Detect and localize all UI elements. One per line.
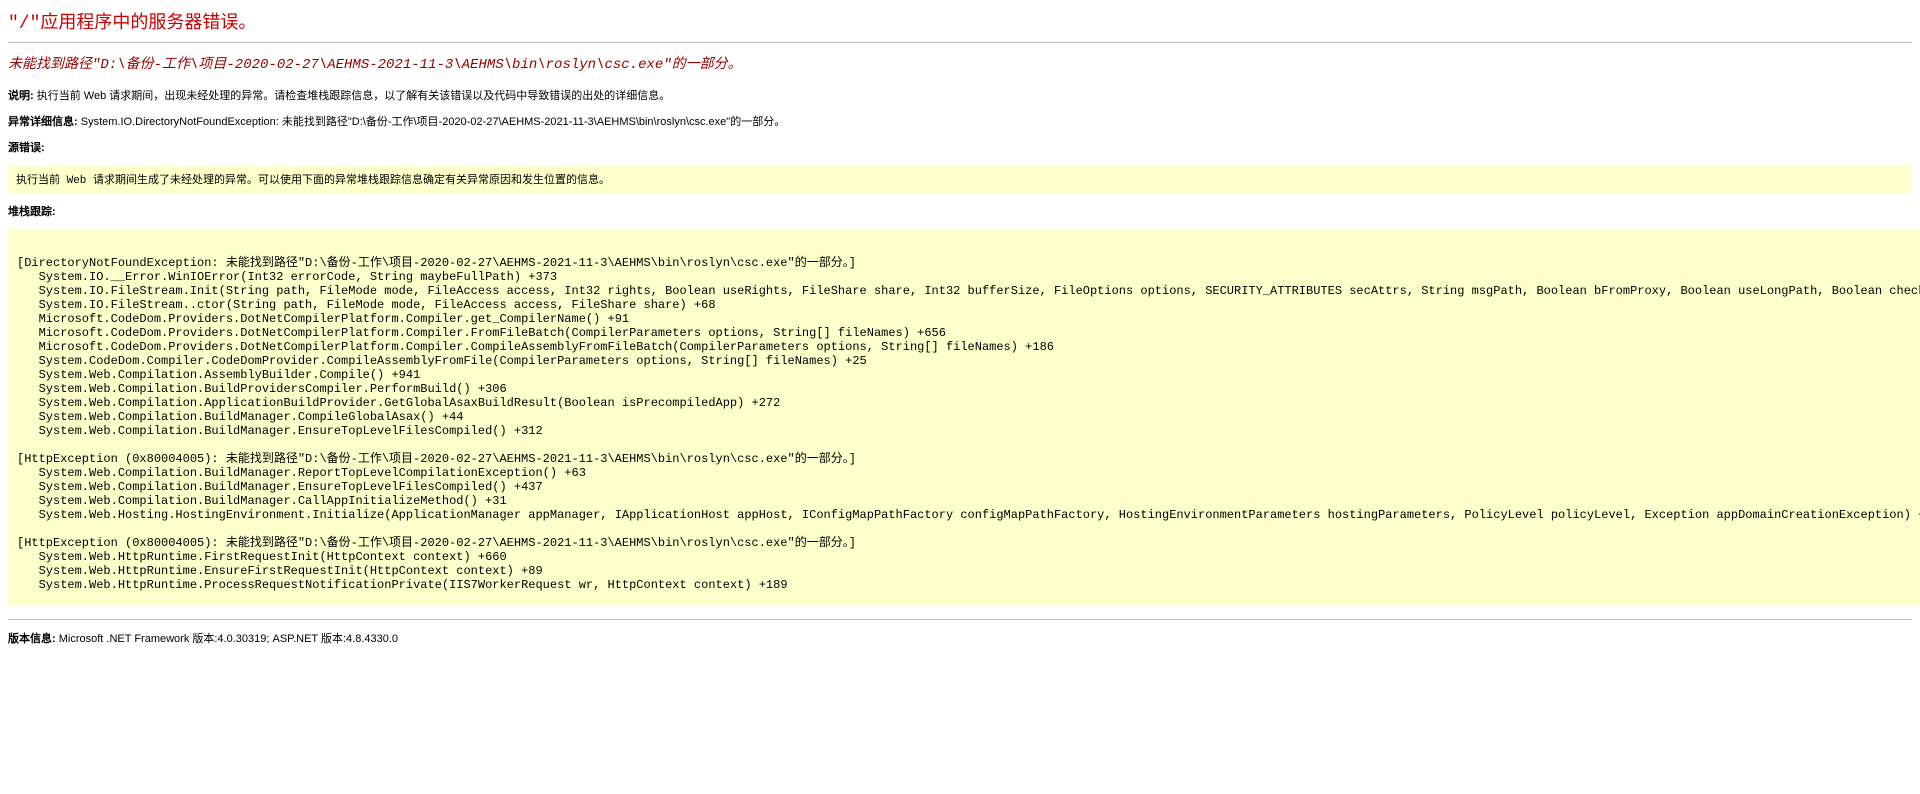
exception-details-section: 异常详细信息: System.IO.DirectoryNotFoundExcep…	[8, 113, 1912, 129]
source-error-text: 执行当前 Web 请求期间生成了未经处理的异常。可以使用下面的异常堆栈跟踪信息确…	[10, 167, 1910, 191]
source-error-section: 源错误:	[8, 139, 1912, 155]
version-text: Microsoft .NET Framework 版本:4.0.30319; A…	[56, 633, 398, 645]
stack-trace-box: [DirectoryNotFoundException: 未能找到路径"D:\备…	[8, 229, 1920, 605]
source-error-box: 执行当前 Web 请求期间生成了未经处理的异常。可以使用下面的异常堆栈跟踪信息确…	[8, 165, 1912, 193]
stack-trace-section: 堆栈跟踪:	[8, 203, 1912, 219]
divider-bottom	[8, 619, 1912, 620]
exception-details-label: 异常详细信息:	[8, 116, 78, 128]
description-text: 执行当前 Web 请求期间，出现未经处理的异常。请检查堆栈跟踪信息，以了解有关该…	[34, 90, 671, 102]
stack-trace-label: 堆栈跟踪:	[8, 206, 56, 218]
description-label: 说明:	[8, 90, 34, 102]
version-label: 版本信息:	[8, 633, 56, 645]
version-info: 版本信息: Microsoft .NET Framework 版本:4.0.30…	[8, 630, 1912, 646]
description-section: 说明: 执行当前 Web 请求期间，出现未经处理的异常。请检查堆栈跟踪信息，以了…	[8, 87, 1912, 103]
page-title: "/"应用程序中的服务器错误。	[8, 8, 1912, 34]
stack-trace-text: [DirectoryNotFoundException: 未能找到路径"D:\备…	[11, 232, 1920, 602]
divider	[8, 42, 1912, 43]
error-message-heading: 未能找到路径"D:\备份-工作\项目-2020-02-27\AEHMS-2021…	[8, 53, 1912, 73]
exception-details-text: System.IO.DirectoryNotFoundException: 未能…	[78, 116, 786, 128]
source-error-label: 源错误:	[8, 142, 45, 154]
